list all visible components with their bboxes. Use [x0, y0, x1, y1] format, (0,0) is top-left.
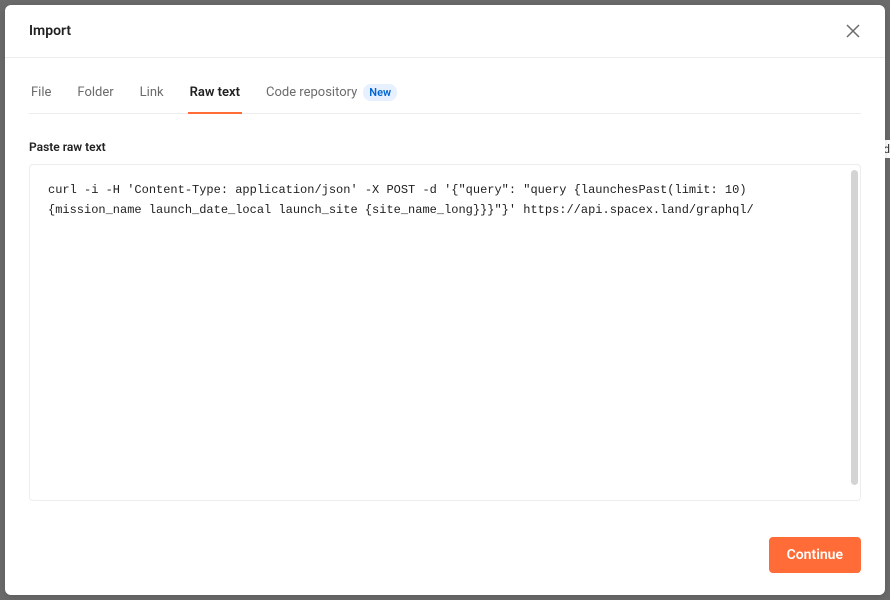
tabs-container: File Folder Link Raw text Code repositor… [29, 58, 861, 114]
modal-body: File Folder Link Raw text Code repositor… [5, 58, 885, 521]
close-button[interactable] [841, 19, 865, 43]
import-modal: Import File Folder Link Raw text Code re… [5, 5, 885, 595]
tab-label: Folder [77, 85, 113, 100]
textarea-wrapper [29, 164, 861, 501]
tab-link[interactable]: Link [138, 76, 166, 113]
tab-label: Raw text [190, 85, 240, 100]
modal-footer: Continue [5, 521, 885, 595]
tab-folder[interactable]: Folder [75, 76, 115, 113]
new-badge: New [363, 84, 397, 101]
modal-header: Import [5, 5, 885, 58]
continue-label: Continue [787, 547, 843, 563]
tab-label: Code repository [266, 85, 357, 100]
tab-file[interactable]: File [29, 76, 53, 113]
modal-title: Import [29, 23, 71, 39]
scrollbar-thumb[interactable] [851, 170, 858, 485]
tab-code-repository[interactable]: Code repository New [264, 76, 399, 113]
tab-label: Link [140, 85, 164, 100]
close-icon [846, 24, 860, 38]
section-label: Paste raw text [29, 140, 861, 154]
raw-text-input[interactable] [29, 164, 861, 501]
scrollbar-track[interactable] [851, 170, 858, 495]
tab-raw-text[interactable]: Raw text [188, 76, 242, 113]
tab-label: File [31, 85, 51, 100]
continue-button[interactable]: Continue [769, 537, 861, 573]
